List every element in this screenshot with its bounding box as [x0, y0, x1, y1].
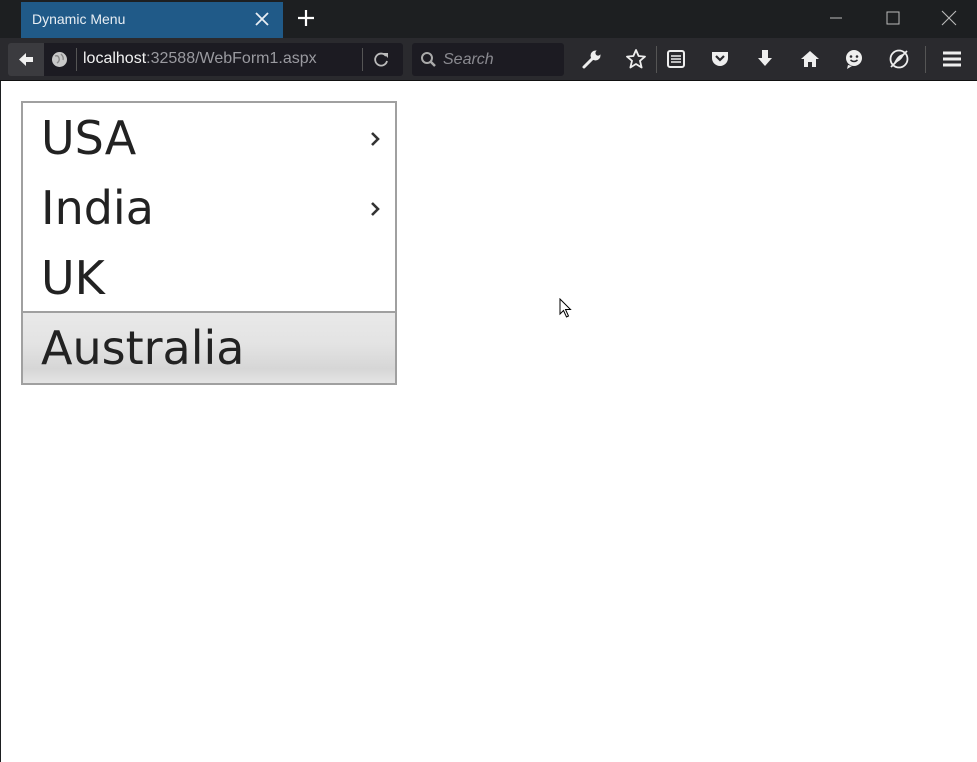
window-left-edge	[0, 81, 1, 762]
window-titlebar: Dynamic Menu	[0, 0, 977, 38]
new-tab-icon[interactable]	[295, 7, 317, 29]
search-icon	[421, 52, 436, 67]
search-input[interactable]	[443, 48, 558, 71]
tracking-protection-icon[interactable]	[888, 48, 910, 70]
chevron-right-icon	[371, 202, 380, 216]
tab-dynamic-menu[interactable]: Dynamic Menu	[21, 2, 283, 38]
menu-item-label: UK	[41, 251, 105, 305]
url-text[interactable]: localhost:32588/WebForm1.aspx	[83, 50, 317, 68]
wrench-icon[interactable]	[581, 48, 603, 70]
search-box[interactable]	[412, 43, 564, 76]
close-window-icon[interactable]	[940, 9, 958, 27]
pocket-icon[interactable]	[709, 48, 731, 70]
minimize-icon[interactable]	[827, 9, 845, 27]
close-tab-icon[interactable]	[253, 10, 271, 28]
toolbar-divider	[656, 46, 657, 73]
hamburger-menu-icon[interactable]	[941, 48, 963, 70]
reload-icon[interactable]	[373, 51, 390, 68]
menu-item-label: USA	[41, 111, 137, 165]
navigation-toolbar: localhost:32588/WebForm1.aspx	[0, 38, 977, 81]
back-arrow-icon	[19, 53, 33, 66]
smiley-icon[interactable]	[843, 48, 865, 70]
download-icon[interactable]	[754, 48, 776, 70]
maximize-icon[interactable]	[884, 9, 902, 27]
menu-item-label: Australia	[41, 321, 245, 375]
url-bar[interactable]: localhost:32588/WebForm1.aspx	[44, 43, 403, 76]
menu-item-label: India	[41, 181, 154, 235]
menu-item-india[interactable]: India	[23, 173, 395, 243]
tab-title: Dynamic Menu	[32, 11, 126, 27]
chevron-right-icon	[371, 132, 380, 146]
mouse-cursor-icon	[559, 298, 572, 318]
globe-icon	[52, 52, 67, 67]
menu-item-uk[interactable]: UK	[23, 243, 395, 313]
reader-list-icon[interactable]	[665, 48, 687, 70]
menu-item-australia[interactable]: Australia	[23, 311, 395, 383]
url-divider	[76, 48, 77, 71]
back-button[interactable]	[8, 43, 44, 76]
bookmark-star-icon[interactable]	[625, 48, 647, 70]
home-icon[interactable]	[799, 48, 821, 70]
dynamic-menu: USA India UK Australia	[21, 101, 397, 385]
url-divider-right	[362, 48, 363, 71]
menu-item-usa[interactable]: USA	[23, 103, 395, 173]
toolbar-divider	[925, 46, 926, 73]
